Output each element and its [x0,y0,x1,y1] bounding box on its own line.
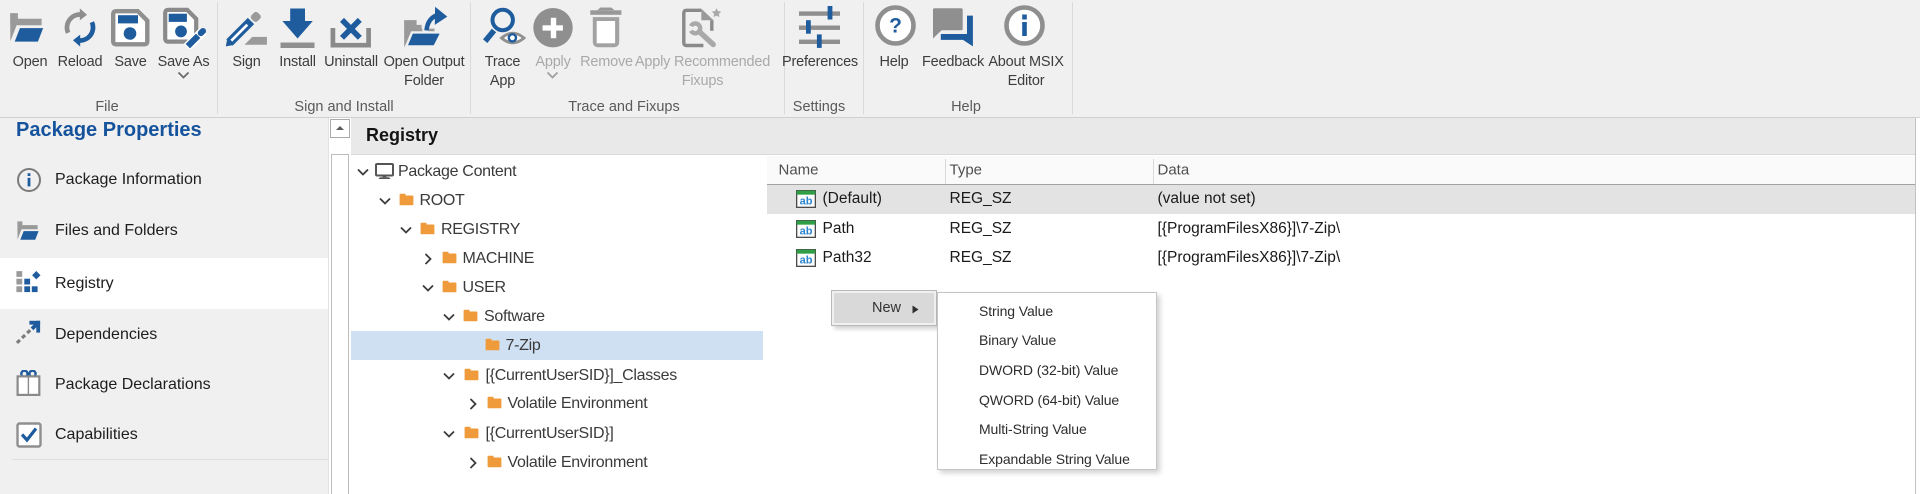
svg-text:ab: ab [800,225,813,237]
svg-text:?: ? [889,15,902,38]
svg-text:ab: ab [800,195,813,207]
svg-text:ab: ab [800,254,813,266]
